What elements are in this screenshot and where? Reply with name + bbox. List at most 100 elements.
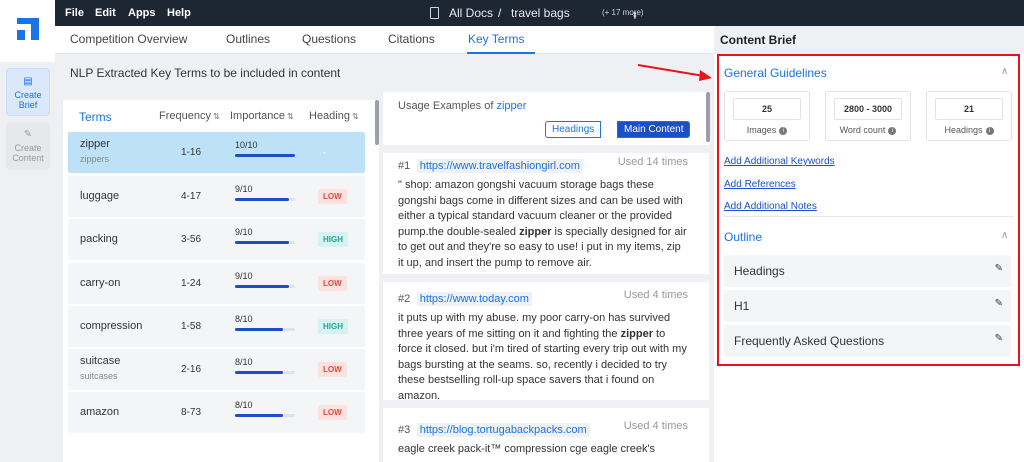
term-row[interactable]: packing 3-56 9/10 HIGH bbox=[68, 219, 365, 260]
nlp-title: NLP Extracted Key Terms to be included i… bbox=[70, 66, 341, 80]
col-heading[interactable]: Heading ⇅ bbox=[309, 110, 359, 122]
create-content-button[interactable]: ✎ Create Content bbox=[6, 122, 50, 170]
terms-scrollbar[interactable] bbox=[375, 100, 379, 145]
usage-label: Usage Examples of bbox=[398, 100, 494, 112]
term-name: amazon bbox=[80, 406, 120, 418]
tab-competition-overview[interactable]: Competition Overview bbox=[70, 32, 187, 46]
example-url[interactable]: https://www.travelfashiongirl.com bbox=[416, 159, 583, 173]
term-frequency: 1-16 bbox=[181, 147, 202, 158]
chevron-up-icon[interactable]: ∧ bbox=[1001, 230, 1008, 241]
breadcrumb-doc[interactable]: travel bags bbox=[511, 6, 570, 20]
col-importance[interactable]: Importance ⇅ bbox=[230, 110, 294, 122]
tab-citations[interactable]: Citations bbox=[388, 32, 435, 46]
example-used-count: Used 4 times bbox=[623, 420, 688, 432]
importance-bar-fill bbox=[235, 414, 283, 417]
breadcrumb-separator: / bbox=[498, 6, 502, 20]
chevron-up-icon[interactable]: ∧ bbox=[1001, 66, 1008, 77]
term-importance: 9/10 bbox=[235, 271, 253, 281]
example-highlight: zipper bbox=[620, 327, 653, 340]
term-row[interactable]: zipper zippers 1-16 10/10 - bbox=[68, 132, 365, 173]
menu-help[interactable]: Help bbox=[167, 7, 191, 19]
tab-questions[interactable]: Questions bbox=[302, 32, 356, 46]
tab-key-terms[interactable]: Key Terms bbox=[468, 32, 524, 46]
term-row[interactable]: compression 1-58 8/10 HIGH bbox=[68, 306, 365, 347]
divider bbox=[724, 216, 1014, 217]
breadcrumb-root[interactable]: All Docs bbox=[449, 6, 493, 20]
annotation-arrow-icon bbox=[637, 64, 712, 81]
term-row[interactable]: luggage 4-17 9/10 LOW bbox=[68, 176, 365, 217]
col-frequency[interactable]: Frequency ⇅ bbox=[159, 110, 220, 122]
sort-icon: ⇅ bbox=[212, 112, 220, 121]
importance-bar-fill bbox=[235, 328, 283, 331]
menu-edit[interactable]: Edit bbox=[95, 7, 116, 19]
left-rail: ▤ Create Brief ✎ Create Content bbox=[0, 62, 55, 462]
importance-bar bbox=[235, 371, 295, 374]
importance-bar bbox=[235, 154, 295, 157]
example-url[interactable]: https://www.today.com bbox=[416, 292, 532, 306]
general-guidelines-title[interactable]: General Guidelines bbox=[724, 66, 827, 80]
images-input[interactable]: 25 bbox=[733, 98, 801, 120]
pencil-icon[interactable]: ✎ bbox=[995, 263, 1003, 274]
term-importance: 9/10 bbox=[235, 184, 253, 194]
usage-scrollbar[interactable] bbox=[706, 92, 710, 142]
term-importance: 8/10 bbox=[235, 400, 253, 410]
breadcrumb-more[interactable]: (+ 17 more) bbox=[602, 8, 644, 17]
importance-bar bbox=[235, 285, 295, 288]
term-frequency: 4-17 bbox=[181, 191, 202, 202]
menu-file[interactable]: File bbox=[65, 7, 84, 19]
example-text: it puts up with my abuse. my poor carry-… bbox=[398, 311, 688, 404]
headings-input[interactable]: 21 bbox=[935, 98, 1003, 120]
col-terms[interactable]: Terms bbox=[79, 110, 112, 124]
term-row[interactable]: amazon 8-73 8/10 LOW bbox=[68, 392, 365, 433]
importance-bar bbox=[235, 414, 295, 417]
term-row[interactable]: carry-on 1-24 9/10 LOW bbox=[68, 263, 365, 304]
term-variant: suitcases bbox=[80, 371, 118, 381]
term-importance: 8/10 bbox=[235, 314, 253, 324]
document-icon bbox=[430, 7, 439, 19]
stat-label: Headings i bbox=[927, 125, 1011, 135]
sort-icon: ⇅ bbox=[287, 112, 294, 121]
add-notes-link[interactable]: Add Additional Notes bbox=[724, 201, 817, 212]
importance-bar-fill bbox=[235, 285, 289, 288]
outline-item-h1[interactable]: H1 ✎ bbox=[724, 290, 1011, 322]
stat-headings: 21 Headings i bbox=[926, 91, 1012, 141]
example-text: " shop: amazon gongshi vacuum storage ba… bbox=[398, 178, 688, 271]
add-keywords-link[interactable]: Add Additional Keywords bbox=[724, 156, 835, 167]
toggle-headings[interactable]: Headings bbox=[545, 121, 602, 138]
outline-title[interactable]: Outline bbox=[724, 230, 762, 244]
add-references-link[interactable]: Add References bbox=[724, 179, 796, 190]
importance-bar-fill bbox=[235, 371, 283, 374]
toggle-main-content[interactable]: Main Content bbox=[617, 121, 691, 138]
edit-doc-icon: ✎ bbox=[23, 129, 33, 140]
usage-example-2: #2 https://www.today.com Used 4 times it… bbox=[398, 289, 688, 404]
heading-badge: HIGH bbox=[318, 232, 348, 247]
word-count-input[interactable]: 2800 - 3000 bbox=[834, 98, 902, 120]
term-row[interactable]: suitcase suitcases 2-16 8/10 LOW bbox=[68, 349, 365, 390]
outline-item-faq[interactable]: Frequently Asked Questions ✎ bbox=[724, 325, 1011, 357]
create-brief-button[interactable]: ▤ Create Brief bbox=[6, 68, 50, 116]
menu-apps[interactable]: Apps bbox=[128, 7, 156, 19]
info-icon[interactable]: i bbox=[779, 126, 788, 135]
usage-term: zipper bbox=[496, 100, 527, 112]
heading-badge: LOW bbox=[318, 405, 347, 420]
term-name: compression bbox=[80, 320, 143, 332]
section-header: NLP Extracted Key Terms to be included i… bbox=[55, 54, 714, 92]
share-icon[interactable]: ⭻ bbox=[633, 7, 637, 26]
sort-icon: ⇅ bbox=[351, 112, 359, 121]
usage-example-1: #1 https://www.travelfashiongirl.com Use… bbox=[398, 156, 688, 271]
heading-badge: LOW bbox=[318, 189, 347, 204]
outline-item-headings[interactable]: Headings ✎ bbox=[724, 255, 1011, 287]
example-url[interactable]: https://blog.tortugabackpacks.com bbox=[416, 423, 590, 437]
example-text: eagle creek pack-it™ compression cge eag… bbox=[398, 442, 688, 458]
importance-bar bbox=[235, 198, 295, 201]
term-name: luggage bbox=[80, 190, 120, 202]
pencil-icon[interactable]: ✎ bbox=[995, 298, 1003, 309]
tab-outlines[interactable]: Outlines bbox=[226, 32, 270, 46]
term-name: carry-on bbox=[80, 277, 121, 289]
info-icon[interactable]: i bbox=[985, 126, 994, 135]
term-name: zipper bbox=[80, 138, 110, 150]
info-icon[interactable]: i bbox=[888, 126, 897, 135]
app-logo[interactable] bbox=[0, 0, 55, 62]
pencil-icon[interactable]: ✎ bbox=[995, 333, 1003, 344]
logo-mark-icon bbox=[17, 18, 39, 40]
